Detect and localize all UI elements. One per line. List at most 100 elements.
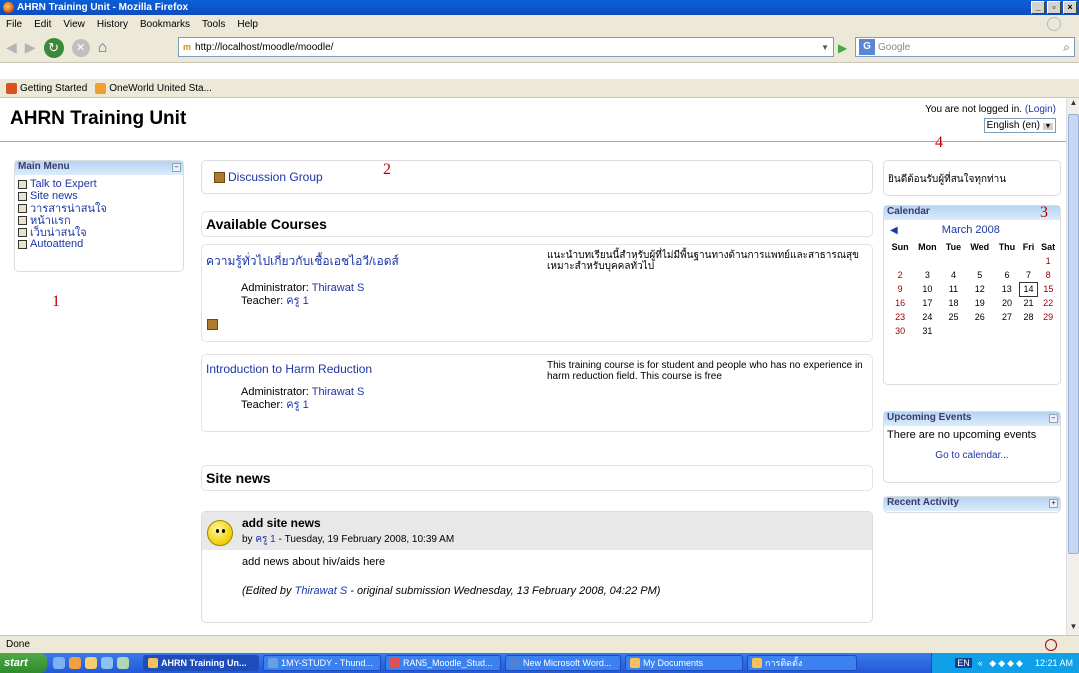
menu-edit[interactable]: Edit	[34, 19, 51, 30]
calendar-month-link[interactable]: March 2008	[942, 224, 1000, 236]
discussion-group-link[interactable]: Discussion Group	[228, 170, 323, 184]
calendar-day[interactable]: 9	[887, 282, 913, 296]
menu-view[interactable]: View	[63, 19, 85, 30]
bookmark-getting-started[interactable]: Getting Started	[6, 82, 87, 94]
resource-icon	[18, 215, 27, 225]
menu-file[interactable]: File	[6, 19, 22, 30]
url-bar[interactable]: m http://localhost/moodle/moodle/ ▼	[178, 37, 834, 57]
calendar-day-header: Tue	[945, 242, 962, 252]
calendar-day[interactable]: 24	[913, 310, 941, 324]
start-button[interactable]: start	[0, 653, 47, 673]
menu-bookmarks[interactable]: Bookmarks	[140, 19, 190, 30]
url-dropdown-icon[interactable]: ▼	[821, 43, 829, 52]
home-icon[interactable]: ⌂	[98, 39, 108, 57]
calendar-day[interactable]: 29	[1037, 310, 1059, 324]
calendar-day[interactable]: 17	[913, 296, 941, 310]
collapse-icon[interactable]: –	[1049, 414, 1058, 423]
close-button[interactable]: ×	[1063, 1, 1077, 14]
menu-item-websites[interactable]: เว็บน่าสนใจ	[18, 226, 180, 239]
go-to-calendar-link[interactable]: Go to calendar...	[935, 450, 1008, 461]
calendar-day[interactable]: 6	[994, 268, 1019, 282]
previous-month-icon[interactable]: ◀	[890, 225, 898, 236]
language-select[interactable]: English (en) ▼	[983, 118, 1056, 133]
calendar-day[interactable]: 15	[1037, 282, 1059, 296]
task-pdf[interactable]: RAN5_Moodle_Stud...	[385, 655, 501, 671]
upcoming-events-block: Upcoming Events – There are no upcoming …	[883, 411, 1061, 483]
rss-feed-icon	[95, 82, 107, 94]
calendar-day[interactable]: 7	[1020, 268, 1038, 282]
quicklaunch-firefox-icon[interactable]	[69, 657, 81, 669]
calendar-day[interactable]: 4	[942, 268, 966, 282]
teacher-link[interactable]: ครู 1	[286, 295, 308, 307]
quicklaunch-ie-icon[interactable]	[53, 657, 65, 669]
vertical-scrollbar[interactable]: ▲ ▼	[1066, 98, 1079, 635]
reload-icon[interactable]: ↻	[43, 37, 64, 58]
scrollbar-thumb[interactable]	[1068, 114, 1079, 554]
scroll-up-icon[interactable]: ▲	[1067, 98, 1079, 111]
quicklaunch-messenger-icon[interactable]	[117, 657, 129, 669]
calendar-day[interactable]: 22	[1037, 296, 1059, 310]
calendar-day[interactable]: 1	[1037, 254, 1059, 268]
admin-link[interactable]: Thirawat S	[312, 282, 365, 294]
language-indicator[interactable]: EN	[955, 658, 972, 668]
task-word[interactable]: New Microsoft Word...	[505, 655, 621, 671]
calendar-day[interactable]: 13	[994, 282, 1019, 296]
calendar-day[interactable]: 28	[1020, 310, 1038, 324]
calendar-day	[913, 254, 941, 268]
course-name-link[interactable]: ความรู้ทั่วไปเกี่ยวกับเชื้อเอชไอวี/เอดส์	[206, 252, 399, 271]
minimize-button[interactable]: _	[1031, 1, 1045, 14]
expand-icon[interactable]: +	[1049, 499, 1058, 508]
task-my-documents[interactable]: My Documents	[625, 655, 743, 671]
go-icon[interactable]: ▶	[838, 41, 847, 55]
calendar-day[interactable]: 30	[887, 324, 913, 338]
calendar-day[interactable]: 19	[965, 296, 994, 310]
calendar-header: Calendar	[884, 206, 1060, 220]
forward-icon[interactable]: ▶	[25, 39, 36, 56]
login-link[interactable]: (Login)	[1025, 104, 1056, 115]
menu-tools[interactable]: Tools	[202, 19, 225, 30]
menu-history[interactable]: History	[97, 19, 128, 30]
editor-link[interactable]: Thirawat S	[295, 585, 348, 597]
task-thunderbird[interactable]: 1MY-STUDY - Thund...	[263, 655, 381, 671]
course-name-link[interactable]: Introduction to Harm Reduction	[206, 362, 372, 376]
menu-item-talk-to-expert[interactable]: Talk to Expert	[18, 178, 180, 190]
calendar-title: Calendar	[887, 206, 930, 217]
calendar-day[interactable]: 20	[994, 296, 1019, 310]
calendar-day[interactable]: 31	[913, 324, 941, 338]
calendar-day[interactable]: 21	[1020, 296, 1038, 310]
menu-item-autoattend[interactable]: Autoattend	[18, 238, 180, 250]
calendar-day[interactable]: 18	[942, 296, 966, 310]
calendar-day[interactable]: 16	[887, 296, 913, 310]
quicklaunch-folder-icon[interactable]	[85, 657, 97, 669]
menu-help[interactable]: Help	[237, 19, 258, 30]
calendar-day[interactable]: 3	[913, 268, 941, 282]
quicklaunch-desktop-icon[interactable]	[101, 657, 113, 669]
stop-icon[interactable]: ✕	[71, 38, 90, 57]
calendar-day[interactable]: 25	[942, 310, 966, 324]
task-firefox[interactable]: AHRN Training Un...	[143, 655, 259, 671]
calendar-day[interactable]: 14	[1019, 281, 1038, 297]
calendar-day[interactable]: 11	[942, 282, 966, 296]
calendar-day[interactable]: 27	[994, 310, 1019, 324]
calendar-day[interactable]: 8	[1037, 268, 1059, 282]
search-box[interactable]: G Google ⌕	[855, 37, 1075, 57]
scroll-down-icon[interactable]: ▼	[1067, 622, 1079, 635]
author-link[interactable]: ครู 1	[255, 534, 275, 545]
calendar-day[interactable]: 23	[887, 310, 913, 324]
search-icon[interactable]: ⌕	[1063, 40, 1070, 55]
bookmark-oneworld[interactable]: OneWorld United Sta...	[95, 82, 212, 94]
calendar-day[interactable]: 10	[913, 282, 941, 296]
back-icon[interactable]: ◀	[6, 39, 17, 56]
main-menu-header: Main Menu –	[15, 161, 183, 175]
calendar-day[interactable]: 5	[965, 268, 994, 282]
google-icon: G	[859, 39, 875, 55]
calendar-day[interactable]: 2	[887, 268, 913, 282]
task-folder[interactable]: การติดตั้ง	[747, 655, 857, 671]
maximize-button[interactable]: ▫	[1047, 1, 1061, 14]
collapse-icon[interactable]: –	[172, 163, 181, 172]
tray-icons[interactable]: « ◆◆◆◆	[978, 658, 1025, 669]
calendar-day[interactable]: 12	[965, 282, 994, 296]
teacher-link[interactable]: ครู 1	[286, 399, 308, 411]
calendar-day[interactable]: 26	[965, 310, 994, 324]
admin-link[interactable]: Thirawat S	[312, 386, 365, 398]
